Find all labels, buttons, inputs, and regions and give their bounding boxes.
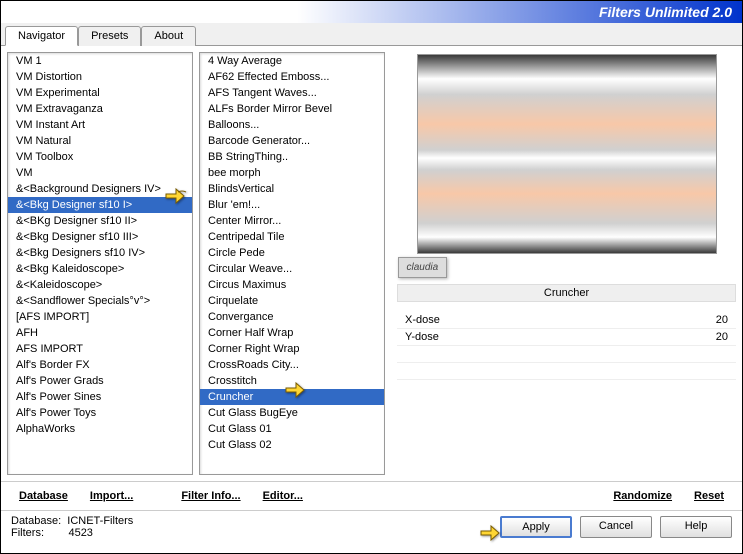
param-value: 20	[716, 331, 728, 343]
param-row-xdose[interactable]: X-dose 20	[397, 312, 736, 329]
list-item[interactable]: AFS Tangent Waves...	[200, 85, 384, 101]
watermark-badge: claudia	[398, 257, 448, 278]
list-item[interactable]: Cut Glass 01	[200, 421, 384, 437]
list-item[interactable]: &<BKg Designer sf10 II>	[8, 213, 192, 229]
tab-navigator[interactable]: Navigator	[5, 26, 78, 46]
list-item[interactable]: AF62 Effected Emboss...	[200, 69, 384, 85]
filter-column: 4 Way AverageAF62 Effected Emboss...AFS …	[199, 52, 385, 475]
list-item[interactable]: Centripedal Tile	[200, 229, 384, 245]
randomize-button[interactable]: Randomize	[605, 486, 680, 506]
list-item[interactable]: Center Mirror...	[200, 213, 384, 229]
list-item[interactable]: Alf's Power Toys	[8, 405, 192, 421]
apply-button[interactable]: Apply	[500, 516, 572, 538]
list-item[interactable]: AFH	[8, 325, 192, 341]
db-value: ICNET-Filters	[67, 515, 133, 527]
list-item[interactable]: 4 Way Average	[200, 53, 384, 69]
editor-button[interactable]: Editor...	[255, 486, 311, 506]
list-item[interactable]: [AFS IMPORT]	[8, 309, 192, 325]
dialog-buttons: Apply Cancel Help	[500, 516, 732, 538]
list-item[interactable]: VM	[8, 165, 192, 181]
list-item[interactable]: &<Bkg Designer sf10 I>	[8, 197, 192, 213]
status-info: Database: ICNET-Filters Filters: 4523	[11, 515, 311, 539]
list-item[interactable]: AlphaWorks	[8, 421, 192, 437]
param-row-ydose[interactable]: Y-dose 20	[397, 329, 736, 346]
app-title: Filters Unlimited 2.0	[599, 4, 732, 20]
list-item[interactable]: Circular Weave...	[200, 261, 384, 277]
status-bar: Database: ICNET-Filters Filters: 4523 Ap…	[1, 510, 742, 543]
tab-presets[interactable]: Presets	[78, 26, 141, 46]
list-item[interactable]: Cruncher	[200, 389, 384, 405]
list-item[interactable]: Alf's Power Sines	[8, 389, 192, 405]
list-item[interactable]: Alf's Power Grads	[8, 373, 192, 389]
param-row-empty	[397, 363, 736, 380]
list-item[interactable]: Corner Right Wrap	[200, 341, 384, 357]
list-item[interactable]: Alf's Border FX	[8, 357, 192, 373]
list-item[interactable]: bee morph	[200, 165, 384, 181]
list-item[interactable]: BB StringThing..	[200, 149, 384, 165]
list-item[interactable]: VM Distortion	[8, 69, 192, 85]
list-item[interactable]: VM Experimental	[8, 85, 192, 101]
list-item[interactable]: Balloons...	[200, 117, 384, 133]
list-item[interactable]: Circus Maximus	[200, 277, 384, 293]
cancel-button[interactable]: Cancel	[580, 516, 652, 538]
tab-about[interactable]: About	[141, 26, 196, 46]
filters-count-value: 4523	[68, 527, 92, 539]
list-item[interactable]: VM Toolbox	[8, 149, 192, 165]
list-item[interactable]: Cut Glass BugEye	[200, 405, 384, 421]
list-item[interactable]: AFS IMPORT	[8, 341, 192, 357]
title-bar: Filters Unlimited 2.0	[1, 1, 742, 23]
list-item[interactable]: &<Sandflower Specials°v°>	[8, 293, 192, 309]
list-item[interactable]: Convergance	[200, 309, 384, 325]
import-button[interactable]: Import...	[82, 486, 141, 506]
filter-list[interactable]: 4 Way AverageAF62 Effected Emboss...AFS …	[199, 52, 385, 475]
list-item[interactable]: VM 1	[8, 53, 192, 69]
list-item[interactable]: Corner Half Wrap	[200, 325, 384, 341]
main-panel: VM 1VM DistortionVM ExperimentalVM Extra…	[1, 46, 742, 481]
list-item[interactable]: Blur 'em!...	[200, 197, 384, 213]
list-item[interactable]: &<Bkg Kaleidoscope>	[8, 261, 192, 277]
category-column: VM 1VM DistortionVM ExperimentalVM Extra…	[7, 52, 193, 475]
param-row-empty	[397, 346, 736, 363]
filter-name-label: Cruncher	[397, 284, 736, 302]
list-item[interactable]: &<Bkg Designer sf10 III>	[8, 229, 192, 245]
list-item[interactable]: VM Extravaganza	[8, 101, 192, 117]
list-item[interactable]: CrossRoads City...	[200, 357, 384, 373]
param-value: 20	[716, 314, 728, 326]
category-list[interactable]: VM 1VM DistortionVM ExperimentalVM Extra…	[7, 52, 193, 475]
param-label: X-dose	[405, 314, 440, 326]
reset-button[interactable]: Reset	[686, 486, 732, 506]
tab-strip: Navigator Presets About	[1, 23, 742, 46]
help-button[interactable]: Help	[660, 516, 732, 538]
list-item[interactable]: &<Background Designers IV>	[8, 181, 192, 197]
list-item[interactable]: ALFs Border Mirror Bevel	[200, 101, 384, 117]
database-button[interactable]: Database	[11, 486, 76, 506]
list-item[interactable]: &<Kaleidoscope>	[8, 277, 192, 293]
list-item[interactable]: Circle Pede	[200, 245, 384, 261]
toolbar: Database Import... Filter Info... Editor…	[1, 481, 742, 510]
list-item[interactable]: Barcode Generator...	[200, 133, 384, 149]
filter-info-button[interactable]: Filter Info...	[173, 486, 248, 506]
list-item[interactable]: Cirquelate	[200, 293, 384, 309]
parameter-panel: Cruncher X-dose 20 Y-dose 20	[397, 284, 736, 380]
preview-column: claudia Cruncher X-dose 20 Y-dose 20	[391, 52, 736, 475]
param-label: Y-dose	[405, 331, 439, 343]
list-item[interactable]: VM Instant Art	[8, 117, 192, 133]
list-item[interactable]: Cut Glass 02	[200, 437, 384, 453]
list-item[interactable]: Crosstitch	[200, 373, 384, 389]
list-item[interactable]: &<Bkg Designers sf10 IV>	[8, 245, 192, 261]
preview-image: claudia	[417, 54, 717, 254]
list-item[interactable]: BlindsVertical	[200, 181, 384, 197]
db-label: Database:	[11, 515, 61, 527]
filters-count-label: Filters:	[11, 527, 44, 539]
list-item[interactable]: VM Natural	[8, 133, 192, 149]
